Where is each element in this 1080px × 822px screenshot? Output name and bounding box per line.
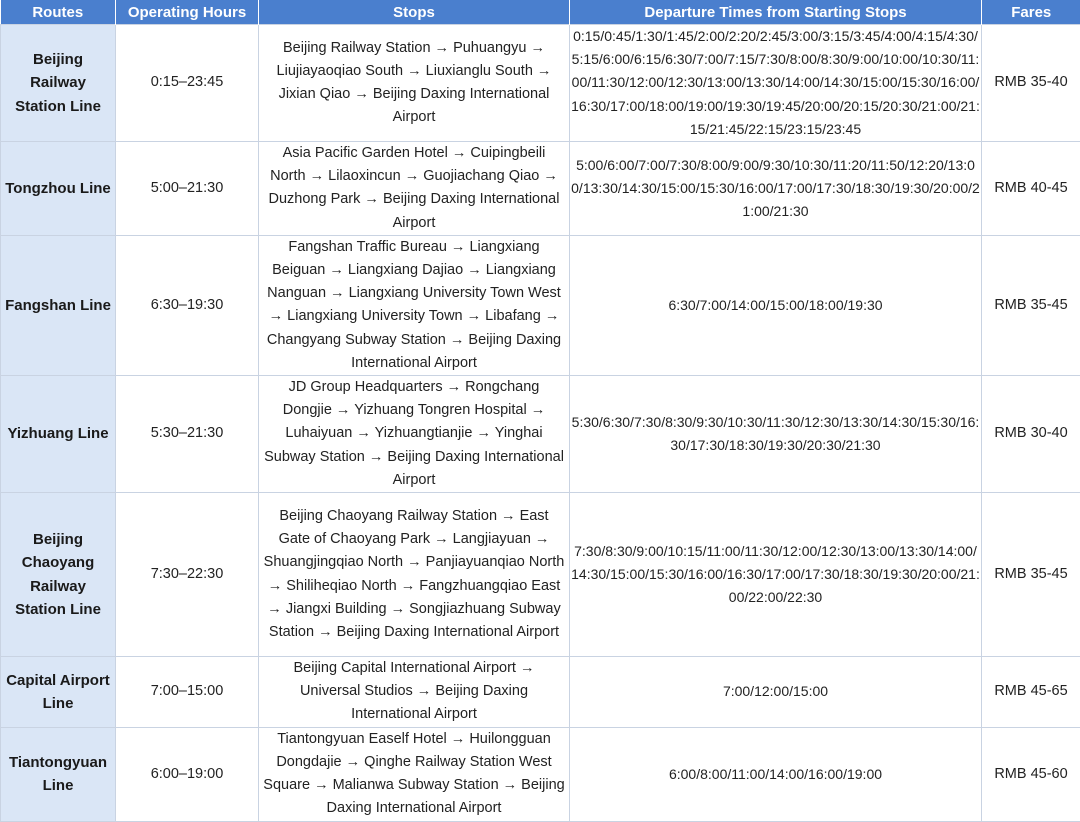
route-name: Tiantongyuan Line [1, 727, 116, 821]
fare: RMB 35-40 [982, 25, 1080, 142]
table-row: Beijing Chaoyang Railway Station Line 7:… [1, 493, 1080, 657]
departure-times: 6:00/8:00/11:00/14:00/16:00/19:00 [570, 727, 982, 821]
route-name: Capital Airport Line [1, 657, 116, 728]
stops-list: Tiantongyuan Eaself Hotel → Huilongguan … [259, 727, 570, 821]
operating-hours: 5:30–21:30 [116, 376, 259, 493]
table-row: Tiantongyuan Line 6:00–19:00 Tiantongyua… [1, 727, 1080, 821]
departure-times: 7:30/8:30/9:00/10:15/11:00/11:30/12:00/1… [570, 493, 982, 657]
fare: RMB 45-65 [982, 657, 1080, 728]
table-row: Fangshan Line 6:30–19:30 Fangshan Traffi… [1, 235, 1080, 375]
route-name: Yizhuang Line [1, 376, 116, 493]
table-row: Capital Airport Line 7:00–15:00 Beijing … [1, 657, 1080, 728]
fare: RMB 35-45 [982, 493, 1080, 657]
table-row: Yizhuang Line 5:30–21:30 JD Group Headqu… [1, 376, 1080, 493]
departure-times: 7:00/12:00/15:00 [570, 657, 982, 728]
header-stops: Stops [259, 0, 570, 25]
stops-list: Beijing Capital International Airport → … [259, 657, 570, 728]
table-row: Tongzhou Line 5:00–21:30 Asia Pacific Ga… [1, 142, 1080, 236]
header-row: Routes Operating Hours Stops Departure T… [1, 0, 1080, 25]
header-operating-hours: Operating Hours [116, 0, 259, 25]
fare: RMB 40-45 [982, 142, 1080, 236]
route-name: Beijing Railway Station Line [1, 25, 116, 142]
fare: RMB 35-45 [982, 235, 1080, 375]
route-name: Fangshan Line [1, 235, 116, 375]
stops-list: Fangshan Traffic Bureau → Liangxiang Bei… [259, 235, 570, 375]
fare: RMB 30-40 [982, 376, 1080, 493]
route-name: Beijing Chaoyang Railway Station Line [1, 493, 116, 657]
departure-times: 5:00/6:00/7:00/7:30/8:00/9:00/9:30/10:30… [570, 142, 982, 236]
table-row: Beijing Railway Station Line 0:15–23:45 … [1, 25, 1080, 142]
departure-times: 5:30/6:30/7:30/8:30/9:30/10:30/11:30/12:… [570, 376, 982, 493]
operating-hours: 6:30–19:30 [116, 235, 259, 375]
header-fares: Fares [982, 0, 1080, 25]
table-body: Beijing Railway Station Line 0:15–23:45 … [1, 25, 1080, 822]
departure-times: 6:30/7:00/14:00/15:00/18:00/19:30 [570, 235, 982, 375]
route-name: Tongzhou Line [1, 142, 116, 236]
departure-times: 0:15/0:45/1:30/1:45/2:00/2:20/2:45/3:00/… [570, 25, 982, 142]
stops-list: JD Group Headquarters → Rongchang Dongji… [259, 376, 570, 493]
operating-hours: 7:00–15:00 [116, 657, 259, 728]
operating-hours: 0:15–23:45 [116, 25, 259, 142]
header-routes: Routes [1, 0, 116, 25]
operating-hours: 5:00–21:30 [116, 142, 259, 236]
bus-routes-table: Routes Operating Hours Stops Departure T… [0, 0, 1080, 822]
table-header: Routes Operating Hours Stops Departure T… [1, 0, 1080, 25]
stops-list: Asia Pacific Garden Hotel → Cuipingbeili… [259, 142, 570, 236]
operating-hours: 7:30–22:30 [116, 493, 259, 657]
stops-list: Beijing Railway Station → Puhuangyu → Li… [259, 25, 570, 142]
header-departure-times: Departure Times from Starting Stops [570, 0, 982, 25]
stops-list: Beijing Chaoyang Railway Station → East … [259, 493, 570, 657]
fare: RMB 45-60 [982, 727, 1080, 821]
operating-hours: 6:00–19:00 [116, 727, 259, 821]
